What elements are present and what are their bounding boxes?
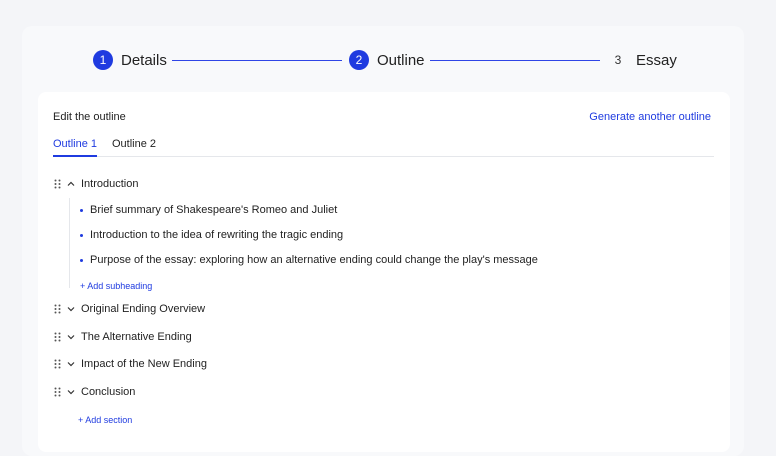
drag-handle-icon[interactable] (54, 304, 61, 314)
section-impact-of-the-new-ending[interactable]: Impact of the New Ending (54, 356, 207, 372)
add-section-button[interactable]: + Add section (78, 415, 132, 425)
step-label: Details (121, 51, 167, 69)
subheading-item[interactable]: Purpose of the essay: exploring how an a… (80, 254, 538, 266)
outline-card: Edit the outline Generate another outlin… (38, 92, 730, 452)
section-title: Impact of the New Ending (81, 358, 207, 370)
tab-outline-2[interactable]: Outline 2 (112, 138, 156, 155)
step-label: Essay (636, 51, 677, 69)
chevron-down-icon[interactable] (66, 387, 76, 397)
subheading-item[interactable]: Brief summary of Shakespeare's Romeo and… (80, 204, 337, 216)
drag-handle-icon[interactable] (54, 332, 61, 342)
section-original-ending-overview[interactable]: Original Ending Overview (54, 301, 205, 317)
chevron-down-icon[interactable] (66, 304, 76, 314)
step-label: Outline (377, 51, 425, 69)
step-essay[interactable]: 3 Essay (608, 50, 677, 70)
subheading-text: Brief summary of Shakespeare's Romeo and… (90, 204, 338, 216)
chevron-up-icon[interactable] (66, 179, 76, 189)
bullet-icon (80, 258, 83, 262)
tab-outline-1[interactable]: Outline 1 (53, 138, 98, 157)
outline-tabs: Outline 1 Outline 2 (53, 138, 714, 157)
section-title: Introduction (81, 178, 139, 190)
generate-another-outline-link[interactable]: Generate another outline (589, 111, 711, 123)
chevron-down-icon[interactable] (66, 332, 76, 342)
stepper: 1 Details 2 Outline 3 Essay (0, 0, 776, 70)
step-number: 1 (93, 50, 113, 70)
step-outline[interactable]: 2 Outline (349, 50, 425, 70)
bullet-icon (80, 233, 83, 237)
drag-handle-icon[interactable] (54, 359, 61, 369)
section-the-alternative-ending[interactable]: The Alternative Ending (54, 329, 192, 345)
section-introduction[interactable]: Introduction (54, 176, 138, 192)
subheading-text: Introduction to the idea of rewriting th… (90, 229, 344, 241)
card-title: Edit the outline (53, 111, 126, 123)
subheading-guide-line (69, 198, 70, 288)
step-number: 2 (349, 50, 369, 70)
subheading-item[interactable]: Introduction to the idea of rewriting th… (80, 229, 343, 241)
drag-handle-icon[interactable] (54, 179, 61, 189)
chevron-down-icon[interactable] (66, 359, 76, 369)
section-title: The Alternative Ending (81, 331, 192, 343)
step-connector (430, 60, 600, 61)
add-subheading-button[interactable]: + Add subheading (80, 281, 152, 291)
step-connector (172, 60, 342, 61)
step-details[interactable]: 1 Details (93, 50, 167, 70)
section-title: Original Ending Overview (81, 303, 206, 315)
section-title: Conclusion (81, 386, 136, 398)
subheading-text: Purpose of the essay: exploring how an a… (90, 254, 538, 266)
section-conclusion[interactable]: Conclusion (54, 384, 135, 400)
drag-handle-icon[interactable] (54, 387, 61, 397)
bullet-icon (80, 208, 83, 212)
step-number: 3 (614, 53, 622, 67)
